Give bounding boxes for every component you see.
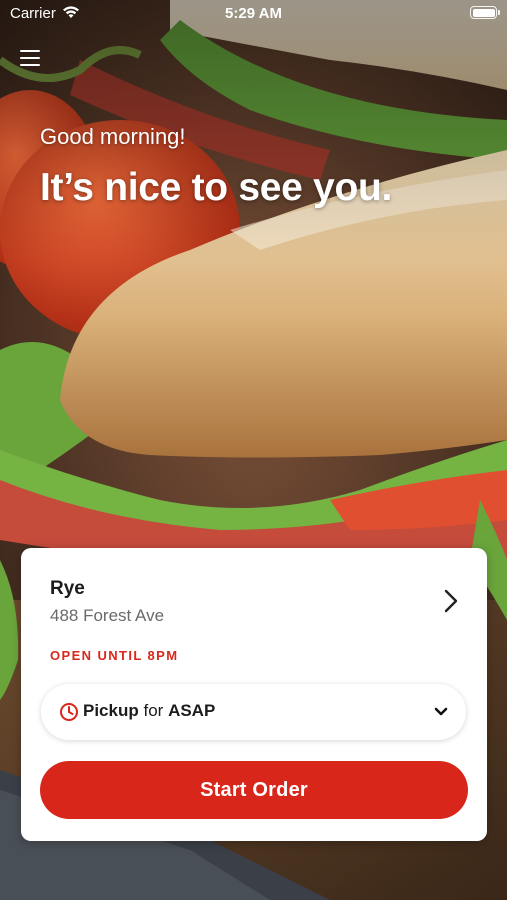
order-mode-connector: for bbox=[143, 701, 164, 720]
store-card: Rye 488 Forest Ave OPEN UNTIL 8PM Pickup… bbox=[21, 548, 487, 841]
store-hours-badge: OPEN UNTIL 8PM bbox=[50, 648, 179, 663]
order-time-value: ASAP bbox=[168, 701, 216, 720]
hamburger-menu-icon[interactable] bbox=[20, 48, 42, 68]
store-address: 488 Forest Ave bbox=[50, 606, 165, 625]
chevron-right-icon bbox=[444, 589, 458, 613]
start-order-button[interactable]: Start Order bbox=[40, 761, 468, 819]
order-mode-value: Pickup bbox=[83, 701, 139, 720]
order-mode-dropdown[interactable]: Pickup for ASAP bbox=[41, 684, 466, 740]
store-name: Rye bbox=[50, 578, 85, 599]
store-selector[interactable]: Rye 488 Forest Ave OPEN UNTIL 8PM bbox=[21, 548, 487, 678]
app-screen: Carrier 5:29 AM Good morning! It’s nice … bbox=[0, 0, 507, 900]
clock-icon bbox=[60, 703, 78, 721]
welcome-headline: It’s nice to see you. bbox=[40, 166, 393, 209]
status-bar: Carrier 5:29 AM bbox=[0, 0, 507, 28]
chevron-down-icon bbox=[434, 707, 448, 716]
order-mode-label: Pickup for ASAP bbox=[83, 701, 215, 721]
greeting-text: Good morning! bbox=[40, 124, 186, 149]
battery-icon bbox=[470, 6, 500, 19]
status-time: 5:29 AM bbox=[225, 5, 282, 22]
